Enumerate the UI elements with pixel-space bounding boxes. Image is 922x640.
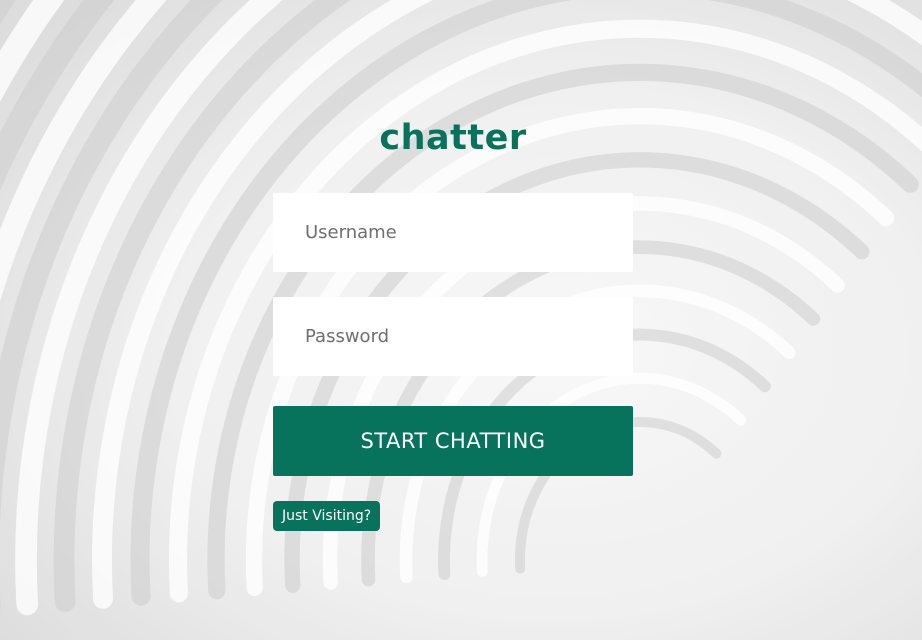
start-chatting-button[interactable]: START CHATTING (273, 406, 633, 476)
just-visiting-button[interactable]: Just Visiting? (273, 501, 381, 531)
password-input[interactable] (273, 297, 633, 376)
username-input[interactable] (273, 193, 633, 272)
app-logo: chatter (379, 118, 527, 158)
